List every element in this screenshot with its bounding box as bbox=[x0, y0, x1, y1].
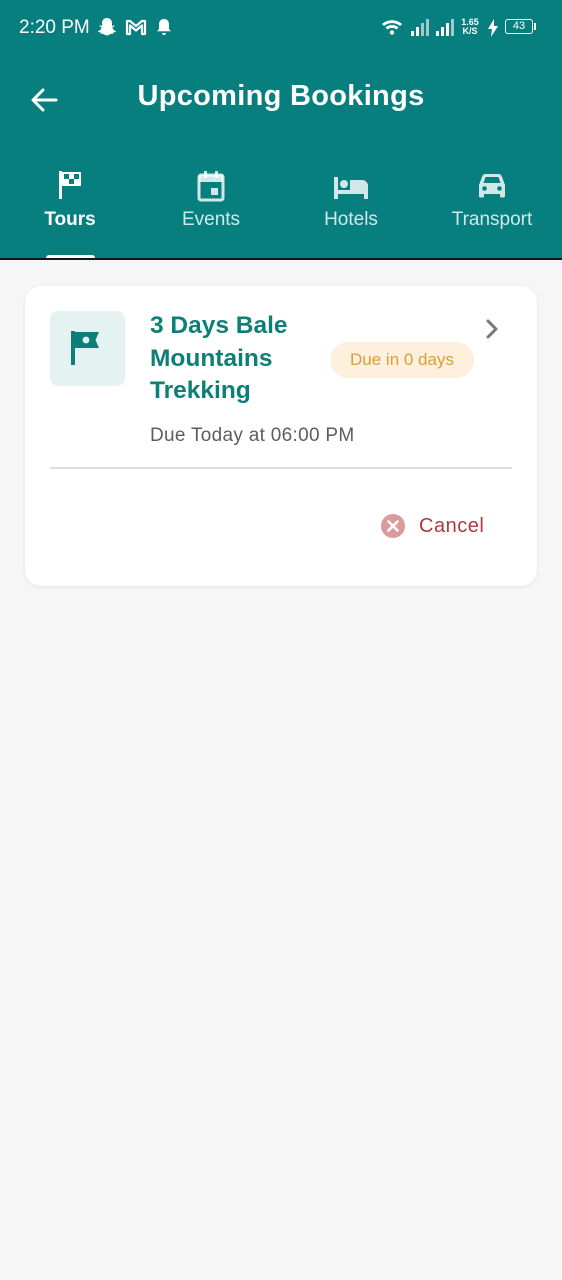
booking-title: 3 Days Bale Mountains Trekking bbox=[150, 312, 288, 404]
tab-label: Events bbox=[181, 209, 241, 230]
tab-hotels[interactable]: Hotels bbox=[281, 165, 421, 260]
gmail-icon bbox=[125, 16, 147, 43]
snapchat-icon bbox=[97, 16, 117, 43]
network-speed: 1.65 K/S bbox=[461, 17, 479, 36]
header-divider bbox=[0, 258, 562, 260]
flag-icon bbox=[71, 331, 99, 365]
battery-tip bbox=[534, 23, 536, 30]
cancel-button[interactable]: Cancel bbox=[380, 509, 500, 543]
booking-card[interactable]: 3 Days Bale Mountains Trekking Due in 0 … bbox=[25, 286, 537, 586]
tab-label: Hotels bbox=[324, 209, 378, 230]
due-time-text: Due Today at 06:00 PM bbox=[150, 425, 355, 446]
signal-icon bbox=[409, 16, 431, 43]
tab-events[interactable]: Events bbox=[141, 165, 281, 260]
signal-icon-2 bbox=[434, 16, 456, 43]
calendar-icon bbox=[195, 169, 227, 208]
notification-bell-icon bbox=[155, 16, 173, 43]
tab-label: Tours bbox=[44, 209, 96, 230]
card-divider bbox=[50, 467, 512, 469]
tour-thumbnail bbox=[50, 311, 125, 386]
bed-icon bbox=[332, 169, 370, 206]
charging-icon bbox=[486, 18, 500, 43]
status-time: 2:20 PM bbox=[19, 17, 90, 38]
wifi-icon bbox=[380, 16, 404, 43]
status-bar: 2:20 PM 1.65 K/S 43 bbox=[0, 0, 562, 56]
page-title: Upcoming Bookings bbox=[137, 80, 425, 112]
tab-label: Transport bbox=[451, 209, 533, 230]
cancel-label: Cancel bbox=[419, 515, 485, 537]
chevron-right-icon[interactable] bbox=[483, 317, 503, 346]
tab-tours[interactable]: Tours bbox=[0, 165, 140, 260]
flag-icon bbox=[55, 169, 85, 206]
close-circle-icon bbox=[380, 513, 406, 544]
due-badge: Due in 0 days bbox=[330, 342, 474, 378]
battery-icon: 43 bbox=[505, 19, 533, 34]
car-icon bbox=[475, 169, 509, 206]
tab-transport[interactable]: Transport bbox=[422, 165, 562, 260]
